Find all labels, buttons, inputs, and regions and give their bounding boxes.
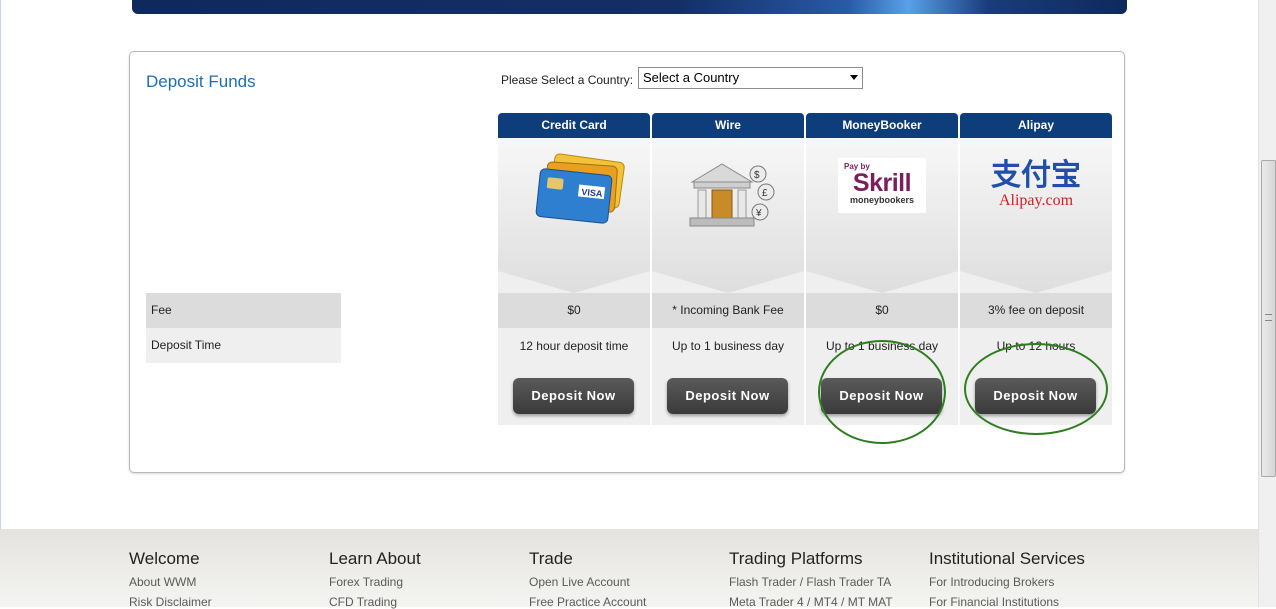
method-credit-card: Credit Card VISA $0 12 hour deposit time… [498,113,650,425]
method-header: MoneyBooker [806,113,958,138]
deposit-time-row-label: Deposit Time [146,328,341,363]
method-deposit-time: Up to 1 business day [671,339,785,353]
credit-card-icon: VISA [535,153,625,224]
country-select[interactable]: Select a Country [638,67,863,89]
footer-link[interactable]: About WWM [129,575,212,589]
footer-column-institutional-services: Institutional Services For Introducing B… [929,549,1085,609]
grip-icon [1265,314,1272,321]
method-deposit-time: Up to 12 hours [996,339,1076,353]
footer-heading: Trading Platforms [729,549,863,568]
bank-icon: $ £ ¥ [689,163,775,227]
method-header: Wire [652,113,804,138]
footer-column-trade: Trade Open Live Account Free Practice Ac… [529,549,646,609]
method-deposit-time: 12 hour deposit time [519,339,629,353]
site-footer: Welcome About WWM Risk Disclaimer Learn … [0,529,1258,609]
fee-row-label: Fee [146,293,341,328]
scrollbar-thumb[interactable] [1261,160,1276,477]
method-fee: $0 [498,293,650,328]
footer-column-welcome: Welcome About WWM Risk Disclaimer [129,549,212,609]
svg-text:£: £ [762,188,768,199]
method-wire: Wire $ £ ¥ * Incoming Bank Fee Up to 1 b… [652,113,804,425]
footer-heading: Welcome [129,549,200,568]
footer-link[interactable]: Forex Trading [329,575,421,589]
deposit-now-button-alipay[interactable]: Deposit Now [975,378,1096,414]
footer-heading: Institutional Services [929,549,1085,568]
deposit-now-button-credit-card[interactable]: Deposit Now [513,378,634,414]
method-fee: $0 [806,293,958,328]
deposit-now-button-moneybooker[interactable]: Deposit Now [821,378,942,414]
method-fee: * Incoming Bank Fee [652,293,804,328]
footer-heading: Trade [529,549,573,568]
method-art: VISA [498,138,650,293]
skrill-logo: Pay by Skrill moneybookers [838,158,926,213]
footer-column-trading-platforms: Trading Platforms Flash Trader / Flash T… [729,549,893,609]
footer-heading: Learn About [329,549,421,568]
method-art: Pay by Skrill moneybookers [806,138,958,293]
method-header: Credit Card [498,113,650,138]
method-moneybooker: MoneyBooker Pay by Skrill moneybookers $… [806,113,958,425]
method-fee: 3% fee on deposit [960,293,1112,328]
footer-column-learn-about: Learn About Forex Trading CFD Trading [329,549,421,609]
method-art: 支付宝 Alipay.com [960,138,1112,293]
footer-link[interactable]: For Introducing Brokers [929,575,1085,589]
chevron-down-icon [850,75,858,80]
svg-text:$: $ [754,170,760,181]
panel-title: Deposit Funds [146,72,256,91]
alipay-logo: 支付宝 Alipay.com [991,158,1081,210]
country-label: Please Select a Country: [501,73,634,87]
country-select-value: Select a Country [643,70,740,85]
svg-text:¥: ¥ [755,208,762,219]
method-deposit-time: Up to 1 business day [825,339,939,353]
hero-banner [132,0,1127,14]
footer-link[interactable]: Flash Trader / Flash Trader TA [729,575,893,589]
method-header: Alipay [960,113,1112,138]
deposit-now-button-wire[interactable]: Deposit Now [667,378,788,414]
vertical-scrollbar[interactable] [1258,0,1276,607]
method-art: $ £ ¥ [652,138,804,293]
footer-link[interactable]: Open Live Account [529,575,646,589]
method-alipay: Alipay 支付宝 Alipay.com 3% fee on deposit … [960,113,1112,425]
